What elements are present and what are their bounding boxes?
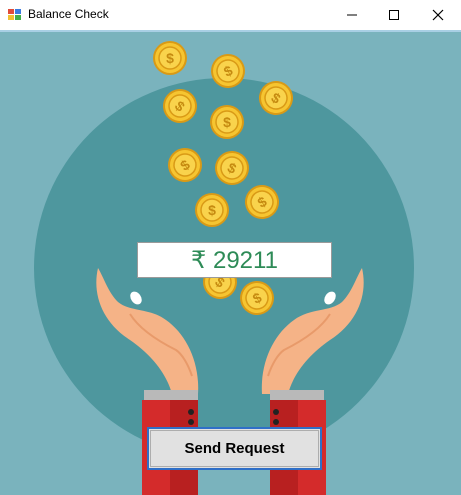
- close-icon: [432, 9, 444, 21]
- app-window: Balance Check $: [0, 0, 461, 495]
- maximize-button[interactable]: [371, 0, 417, 30]
- minimize-icon: [347, 14, 357, 16]
- balance-display: ₹ 29211: [137, 242, 332, 278]
- title-bar: Balance Check: [0, 0, 461, 30]
- send-request-button[interactable]: Send Request: [147, 427, 322, 470]
- minimize-button[interactable]: [329, 0, 375, 30]
- close-button[interactable]: [415, 0, 461, 30]
- maximize-icon: [389, 10, 399, 20]
- client-area: $: [0, 30, 461, 495]
- window-title: Balance Check: [28, 7, 109, 21]
- app-icon: [8, 9, 21, 20]
